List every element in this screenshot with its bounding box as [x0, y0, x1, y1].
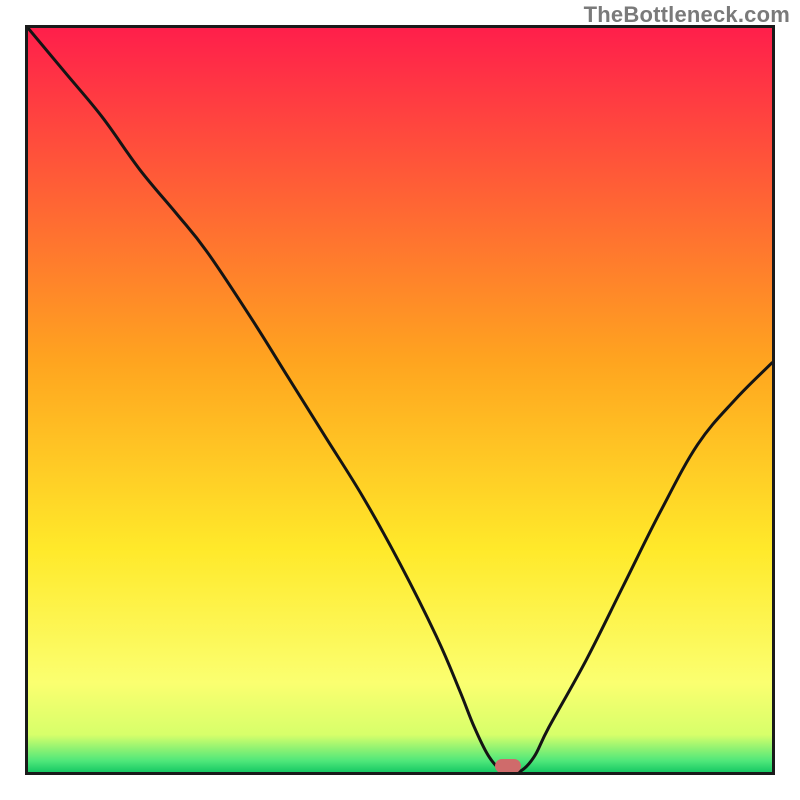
- bottleneck-curve: [28, 28, 772, 772]
- chart-container: TheBottleneck.com: [0, 0, 800, 800]
- watermark-text: TheBottleneck.com: [584, 2, 790, 28]
- optimal-point-marker: [495, 759, 521, 772]
- plot-area: [28, 28, 772, 772]
